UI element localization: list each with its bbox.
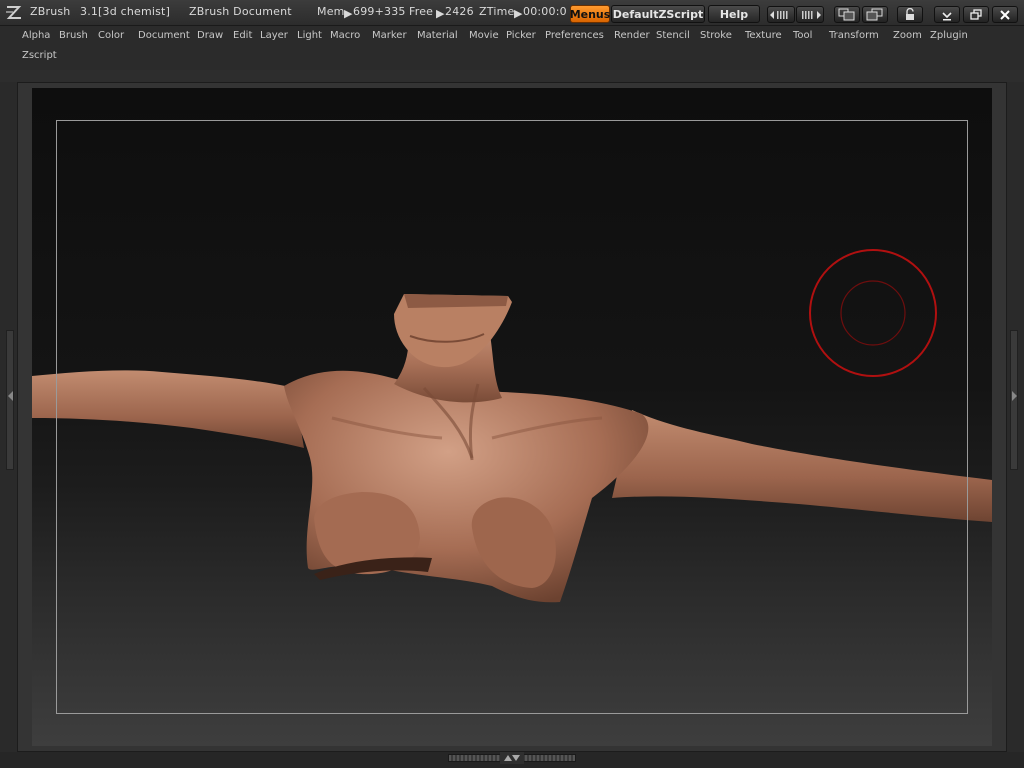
app-name: ZBrush xyxy=(30,5,71,18)
menu-layer[interactable]: Layer xyxy=(260,30,288,41)
ztime-value: 00:00:0 xyxy=(523,5,567,18)
menu-texture[interactable]: Texture xyxy=(745,30,782,41)
menu-zoom[interactable]: Zoom xyxy=(893,30,922,41)
title-bar: ZBrush 3.1 [3d chemist] ZBrush Document … xyxy=(0,0,1024,26)
menu-picker[interactable]: Picker xyxy=(506,30,536,41)
menu-preferences[interactable]: Preferences xyxy=(545,30,604,41)
menu-zplugin[interactable]: Zplugin xyxy=(930,30,968,41)
menu-render[interactable]: Render xyxy=(614,30,650,41)
restore-icon[interactable] xyxy=(963,6,989,23)
free-value: 2426 xyxy=(445,5,474,18)
document-name: ZBrush Document xyxy=(189,5,292,18)
ztime-label: ZTime xyxy=(479,5,515,18)
document-border xyxy=(56,120,968,714)
ztime-arrow-icon: ▶ xyxy=(514,7,523,20)
free-arrow-icon: ▶ xyxy=(436,7,445,20)
menu-marker[interactable]: Marker xyxy=(372,30,407,41)
menu-alpha[interactable]: Alpha xyxy=(22,30,50,41)
mem-label: Mem xyxy=(317,5,345,18)
palette-scroll-right-icon[interactable] xyxy=(796,6,824,23)
user-name: [3d chemist] xyxy=(98,5,171,18)
menu-movie[interactable]: Movie xyxy=(469,30,499,41)
menu-stencil[interactable]: Stencil xyxy=(656,30,690,41)
menu-document[interactable]: Document xyxy=(138,30,190,41)
mem-value: 699+335 xyxy=(353,5,406,18)
free-label: Free xyxy=(409,5,434,18)
ui-layout-icon[interactable] xyxy=(834,6,860,23)
menu-stroke[interactable]: Stroke xyxy=(700,30,732,41)
lock-icon[interactable] xyxy=(897,6,923,23)
document-canvas[interactable] xyxy=(32,88,992,746)
ui-layout-alt-icon[interactable] xyxy=(862,6,888,23)
top-shelf xyxy=(0,70,1024,82)
menu-color[interactable]: Color xyxy=(98,30,124,41)
menu-edit[interactable]: Edit xyxy=(233,30,252,41)
expand-right-icon xyxy=(1012,391,1017,401)
menu-macro[interactable]: Macro xyxy=(330,30,360,41)
zbrush-logo-icon xyxy=(4,4,24,22)
menu-tool[interactable]: Tool xyxy=(793,30,812,41)
brush-cursor xyxy=(809,249,937,377)
mem-arrow-icon: ▶ xyxy=(344,7,353,20)
default-zscript-button[interactable]: DefaultZScript xyxy=(611,5,705,23)
menu-bar: Alpha Brush Color Document Draw Edit Lay… xyxy=(0,26,1024,70)
expand-left-icon xyxy=(8,391,13,401)
menu-draw[interactable]: Draw xyxy=(197,30,223,41)
menu-light[interactable]: Light xyxy=(297,30,322,41)
right-tray-toggle[interactable] xyxy=(1010,330,1018,470)
minimize-icon[interactable] xyxy=(934,6,960,23)
left-tray-toggle[interactable] xyxy=(6,330,14,470)
menu-zscript[interactable]: Zscript xyxy=(22,50,57,61)
menu-material[interactable]: Material xyxy=(417,30,458,41)
palette-scroll-left-icon[interactable] xyxy=(767,6,795,23)
menus-button[interactable]: Menus xyxy=(570,5,610,23)
menu-brush[interactable]: Brush xyxy=(59,30,88,41)
help-button[interactable]: Help xyxy=(708,5,760,23)
menu-transform[interactable]: Transform xyxy=(829,30,879,41)
close-icon[interactable] xyxy=(992,6,1018,23)
bottom-tray-toggle-icon[interactable] xyxy=(500,752,524,764)
app-version: 3.1 xyxy=(80,5,99,18)
